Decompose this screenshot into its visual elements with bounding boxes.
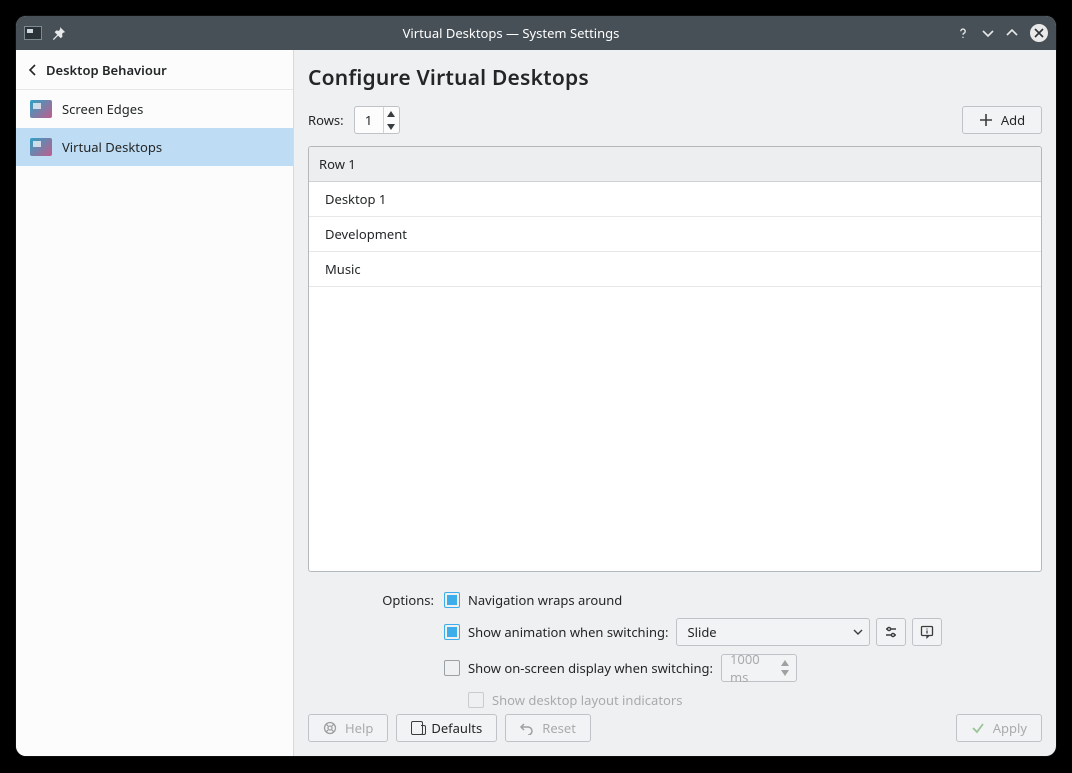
check-icon — [971, 721, 985, 735]
sidebar: Desktop Behaviour Screen Edges Virtual D… — [16, 50, 294, 756]
configure-animation-button[interactable] — [876, 618, 906, 646]
osd-duration-spinbox: 1000 ms — [721, 654, 797, 682]
animation-select-value: Slide — [687, 623, 847, 641]
sidebar-item-virtual-desktops[interactable]: Virtual Desktops — [16, 128, 293, 166]
list-item[interactable]: Desktop 1 — [309, 182, 1041, 217]
pin-icon[interactable] — [52, 26, 66, 40]
list-item[interactable]: Music — [309, 252, 1041, 287]
info-box-icon — [920, 625, 934, 639]
maximize-icon[interactable] — [1006, 27, 1018, 39]
app-menu-icon[interactable] — [24, 26, 42, 40]
defaults-icon — [411, 721, 423, 735]
close-button[interactable] — [1030, 24, 1048, 42]
sidebar-item-screen-edges[interactable]: Screen Edges — [16, 90, 293, 128]
osd-duration-value: 1000 ms — [730, 650, 778, 686]
lifebuoy-icon — [323, 721, 337, 735]
rows-value: 1 — [355, 111, 383, 129]
dialog-buttons: Help Defaults Reset Apply — [308, 714, 1042, 742]
list-group-header: Row 1 — [309, 147, 1041, 182]
breadcrumb-label: Desktop Behaviour — [46, 61, 167, 79]
chevron-left-icon — [28, 63, 38, 77]
rows-label: Rows: — [308, 111, 344, 129]
rows-step-down[interactable] — [384, 120, 399, 133]
nav-wraps-checkbox[interactable] — [444, 592, 460, 608]
virtual-desktops-icon — [30, 138, 52, 156]
list-item[interactable]: Development — [309, 217, 1041, 252]
sliders-icon — [884, 625, 898, 639]
defaults-button[interactable]: Defaults — [396, 714, 497, 742]
chevron-down-icon — [853, 627, 863, 637]
options-section: Options: Navigation wraps around Show an… — [308, 584, 1042, 716]
help-icon[interactable] — [956, 26, 970, 40]
nav-wraps-label: Navigation wraps around — [468, 591, 622, 609]
titlebar: Virtual Desktops — System Settings — [16, 16, 1056, 50]
main-panel: Configure Virtual Desktops Rows: 1 Add — [294, 50, 1056, 756]
show-anim-checkbox[interactable] — [444, 624, 460, 640]
apply-button[interactable]: Apply — [956, 714, 1042, 742]
show-osd-checkbox[interactable] — [444, 660, 460, 676]
show-anim-label: Show animation when switching: — [468, 623, 668, 641]
sidebar-item-label: Virtual Desktops — [62, 138, 162, 156]
reset-button[interactable]: Reset — [505, 714, 591, 742]
page-title: Configure Virtual Desktops — [308, 64, 1042, 92]
options-label: Options: — [308, 591, 444, 609]
show-osd-label: Show on-screen display when switching: — [468, 659, 713, 677]
about-animation-button[interactable] — [912, 618, 942, 646]
add-button[interactable]: Add — [962, 106, 1042, 134]
help-button[interactable]: Help — [308, 714, 388, 742]
desktops-list: Row 1 Desktop 1 Development Music — [308, 146, 1042, 572]
breadcrumb[interactable]: Desktop Behaviour — [16, 50, 293, 90]
screen-edges-icon — [30, 100, 52, 118]
show-layout-label: Show desktop layout indicators — [492, 691, 682, 709]
plus-icon — [979, 113, 993, 127]
window-title: Virtual Desktops — System Settings — [76, 24, 946, 42]
add-button-label: Add — [1001, 111, 1025, 129]
window: Virtual Desktops — System Settings — [16, 16, 1056, 756]
rows-step-up[interactable] — [384, 107, 399, 120]
show-layout-checkbox — [468, 692, 484, 708]
minimize-icon[interactable] — [982, 27, 994, 39]
animation-select[interactable]: Slide — [676, 618, 870, 646]
sidebar-item-label: Screen Edges — [62, 100, 143, 118]
rows-spinbox[interactable]: 1 — [354, 106, 400, 134]
undo-icon — [520, 721, 534, 735]
